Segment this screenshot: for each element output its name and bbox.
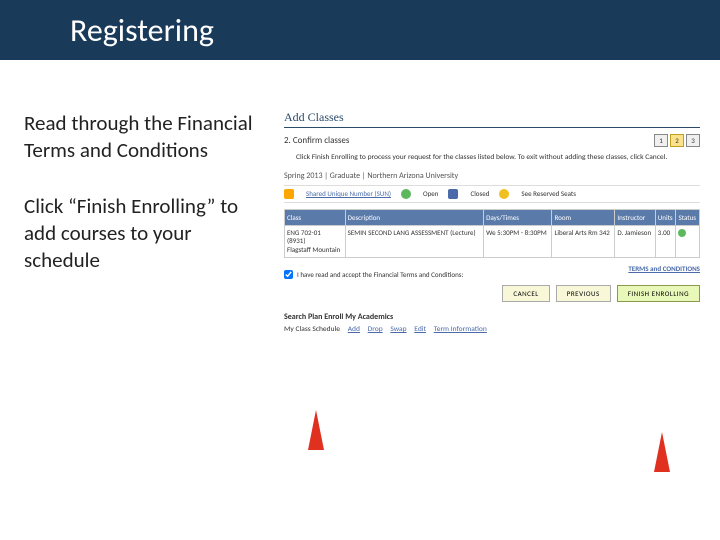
subtab-add[interactable]: Add: [348, 325, 360, 334]
th-days: Days/Times: [484, 209, 552, 225]
sub-tabs: My Class Schedule Add Drop Swap Edit Ter…: [284, 325, 700, 334]
th-room: Room: [552, 209, 615, 225]
instructions-pane: Read through the Financial Terms and Con…: [24, 110, 264, 334]
panel-heading: Add Classes: [284, 110, 700, 128]
cell-desc: SEMIN SECOND LANG ASSESSMENT (Lecture): [345, 225, 483, 257]
cell-instructor: D. Jamieson: [615, 225, 655, 257]
legend: Shared Unique Number (SUN) Open Closed S…: [284, 185, 700, 203]
cell-class: ENG 702-01 (8931) Flagstaff Mountain: [285, 225, 346, 257]
subtab-edit[interactable]: Edit: [414, 325, 426, 334]
cell-days: We 5:30PM - 8:30PM: [484, 225, 552, 257]
arrow-icon: [654, 432, 670, 472]
th-instructor: Instructor: [615, 209, 655, 225]
th-desc: Description: [345, 209, 483, 225]
cell-status: [676, 225, 700, 257]
terms-checkbox[interactable]: [284, 270, 293, 279]
step-2: 2: [670, 134, 684, 147]
subtab-drop[interactable]: Drop: [368, 325, 383, 334]
arrow-icon: [308, 410, 324, 450]
title-bar: Registering: [0, 0, 720, 60]
instruction-text: Click Finish Enrolling to process your r…: [296, 153, 700, 163]
sun-link[interactable]: Shared Unique Number (SUN): [306, 189, 391, 198]
cell-room: Liberal Arts Rm 342: [552, 225, 615, 257]
instruction-2: Click “Finish Enrolling” to add courses …: [24, 193, 264, 275]
sun-icon: [284, 189, 294, 199]
table-header-row: Class Description Days/Times Room Instru…: [285, 209, 700, 225]
subtab-schedule[interactable]: My Class Schedule: [284, 325, 340, 334]
subtab-term[interactable]: Term Information: [434, 325, 487, 334]
previous-button[interactable]: PREVIOUS: [556, 285, 611, 302]
table-row: ENG 702-01 (8931) Flagstaff Mountain SEM…: [285, 225, 700, 257]
closed-icon: [448, 189, 458, 199]
legend-closed: Closed: [470, 189, 489, 198]
terms-checkbox-label: I have read and accept the Financial Ter…: [297, 270, 463, 279]
primary-tabs[interactable]: Search Plan Enroll My Academics: [284, 312, 700, 322]
cell-units: 3.00: [655, 225, 676, 257]
term-info: Spring 2013 | Graduate | Northern Arizon…: [284, 171, 700, 181]
step-label: 2. Confirm classes: [284, 135, 349, 146]
legend-open: Open: [423, 189, 438, 198]
classes-table: Class Description Days/Times Room Instru…: [284, 209, 700, 258]
finish-enrolling-button[interactable]: FINISH ENROLLING: [617, 285, 700, 302]
terms-link[interactable]: TERMS and CONDITIONS: [628, 264, 700, 273]
reserved-icon: [499, 189, 509, 199]
enrollment-panel: Add Classes 2. Confirm classes 1 2 3 Cli…: [284, 110, 700, 334]
cancel-button[interactable]: CANCEL: [502, 285, 549, 302]
th-units: Units: [655, 209, 676, 225]
th-status: Status: [676, 209, 700, 225]
subtab-swap[interactable]: Swap: [390, 325, 406, 334]
status-open-icon: [678, 229, 686, 237]
step-indicator: 1 2 3: [654, 134, 700, 147]
th-class: Class: [285, 209, 346, 225]
step-3: 3: [686, 134, 700, 147]
open-icon: [401, 189, 411, 199]
instruction-1: Read through the Financial Terms and Con…: [24, 110, 264, 165]
legend-reserved: See Reserved Seats: [521, 189, 576, 198]
page-title: Registering: [70, 11, 214, 50]
step-1: 1: [654, 134, 668, 147]
